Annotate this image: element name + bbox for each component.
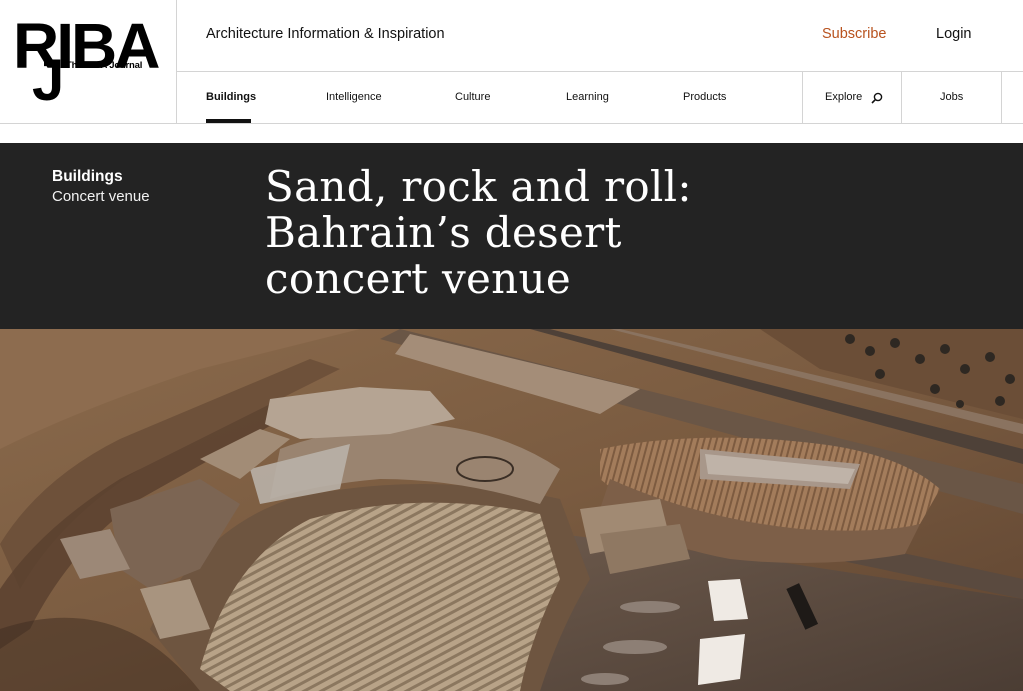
site-logo[interactable]: RIBA J The RIBA Journal <box>0 0 177 124</box>
aerial-photo-illustration <box>0 329 1023 691</box>
nav-item-culture[interactable]: Culture <box>455 72 490 123</box>
article-header: Buildings Concert venue Sand, rock and r… <box>0 143 1023 329</box>
nav-item-products[interactable]: Products <box>683 72 726 123</box>
logo-j-letter: J <box>32 48 65 113</box>
explore-button[interactable]: Explore <box>825 72 862 123</box>
search-icon[interactable] <box>871 92 883 104</box>
subscribe-link[interactable]: Subscribe <box>822 26 886 42</box>
login-link[interactable]: Login <box>936 26 971 42</box>
nav-active-indicator <box>206 119 251 123</box>
nav-divider <box>1001 72 1002 123</box>
nav-divider <box>901 72 902 123</box>
hero-image <box>0 329 1023 691</box>
main-nav: Buildings Intelligence Culture Learning … <box>177 72 1023 124</box>
nav-item-intelligence[interactable]: Intelligence <box>326 72 382 123</box>
article-title: Sand, rock and roll: Bahrain’s desert co… <box>265 162 692 303</box>
logo-tagline: The RIBA Journal <box>66 60 143 71</box>
article-subsection[interactable]: Concert venue <box>52 188 150 205</box>
article-section[interactable]: Buildings <box>52 168 123 186</box>
header-topbar: Architecture Information & Inspiration S… <box>177 0 1023 72</box>
nav-item-jobs[interactable]: Jobs <box>940 72 963 123</box>
site-description: Architecture Information & Inspiration <box>206 26 445 42</box>
nav-item-learning[interactable]: Learning <box>566 72 609 123</box>
nav-item-buildings[interactable]: Buildings <box>206 72 256 123</box>
nav-divider <box>802 72 803 123</box>
